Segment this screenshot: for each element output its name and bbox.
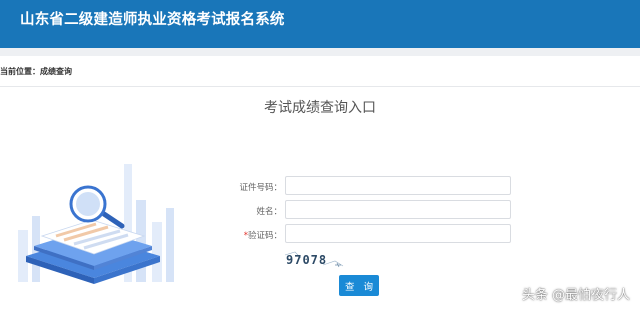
captcha-input[interactable] <box>285 224 511 243</box>
magnifier-icon <box>69 185 125 229</box>
name-label: 姓名： <box>256 207 282 217</box>
id-number-label: 证件号码： <box>239 183 282 193</box>
top-header-bar: 山东省二级建造师执业资格考试报名系统 <box>0 0 640 48</box>
id-number-input[interactable] <box>285 176 511 195</box>
captcha-text: 97078 <box>286 253 327 267</box>
search-illustration <box>18 164 174 284</box>
captcha-label: 验证码： <box>247 231 282 241</box>
breadcrumb-current: 成绩查询 <box>40 67 72 76</box>
captcha-image[interactable]: 97078 <box>283 249 345 269</box>
page-title: 考试成绩查询入口 <box>264 100 376 116</box>
breadcrumb: 当前位置：成绩查询 <box>0 66 72 77</box>
breadcrumb-prefix: 当前位置： <box>0 67 40 76</box>
query-button[interactable]: 查 询 <box>339 275 379 296</box>
site-title: 山东省二级建造师执业资格考试报名系统 <box>20 12 285 28</box>
breadcrumb-bar <box>0 56 640 87</box>
header-divider <box>0 48 640 56</box>
watermark: 头条 @最怕夜行人 <box>521 288 630 303</box>
name-input[interactable] <box>285 200 511 219</box>
captcha-label-group: *验证码： <box>210 229 282 241</box>
